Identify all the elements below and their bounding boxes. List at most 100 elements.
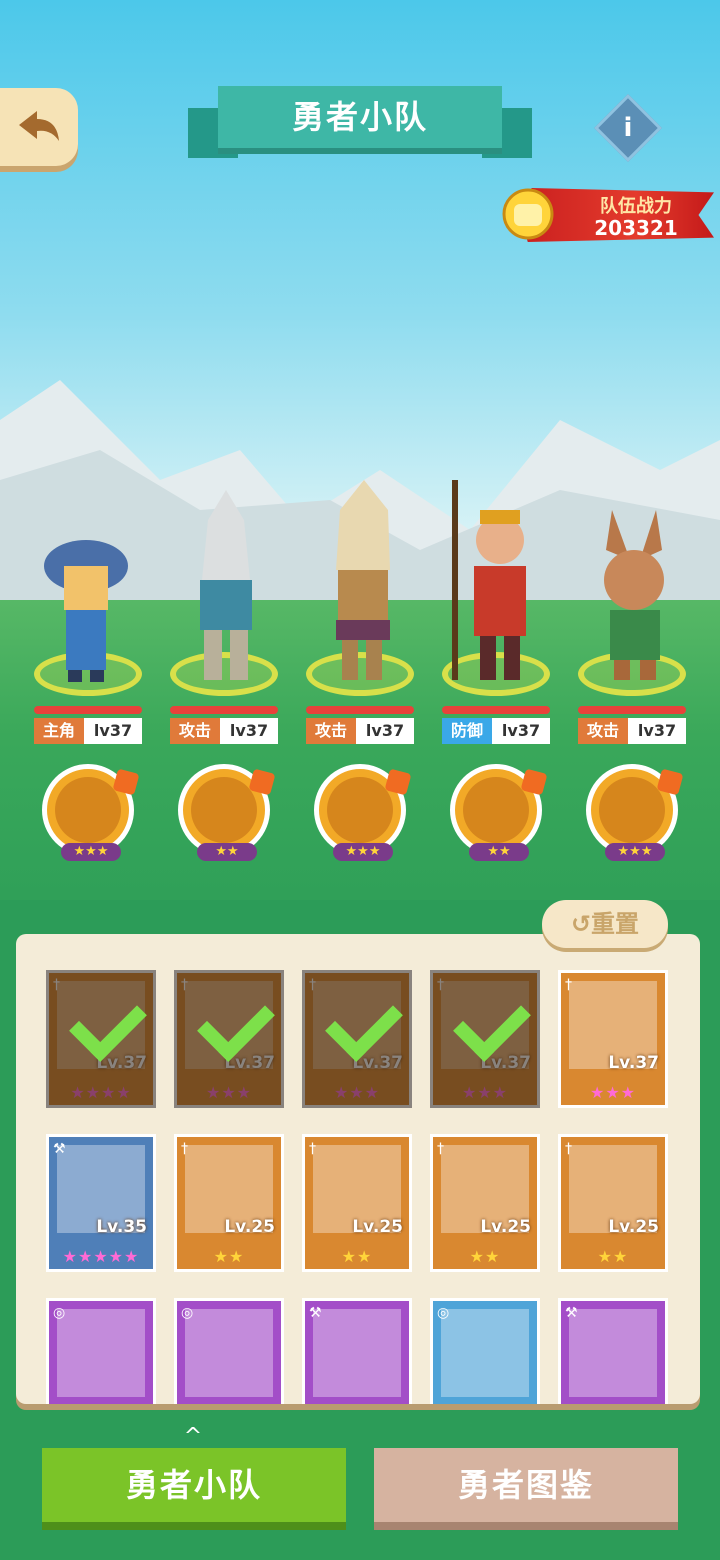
roster-card[interactable]: ◎	[430, 1298, 540, 1404]
roster-card[interactable]: † Lv.25 ★★	[430, 1134, 540, 1272]
pet-portrait	[191, 777, 257, 843]
card-level: Lv.25	[480, 1217, 531, 1237]
check-icon	[69, 984, 147, 1062]
card-level: Lv.35	[96, 1217, 147, 1237]
check-icon	[197, 984, 275, 1062]
roster-card[interactable]: † Lv.37 ★★★	[558, 970, 668, 1108]
hero-roster-panel[interactable]: † Lv.37 ★★★★ † Lv.37 ★★★ † Lv.37 ★★★ † L…	[16, 934, 700, 1404]
hero-level: lv37	[356, 718, 414, 744]
reset-button[interactable]: ↺重置	[542, 900, 668, 948]
roster-card[interactable]: † Lv.37 ★★★	[302, 970, 412, 1108]
sword-icon: †	[181, 1141, 188, 1157]
hero-level: lv37	[492, 718, 550, 744]
hero-tag: 防御 lv37	[442, 718, 550, 744]
hero-lynx-figure	[336, 480, 390, 680]
hero-tag: 主角 lv37	[34, 718, 142, 744]
hammer-icon: ⚒	[53, 1141, 66, 1157]
card-level: Lv.25	[608, 1217, 659, 1237]
card-level: Lv.25	[224, 1217, 275, 1237]
card-stars: ★★	[213, 1247, 245, 1266]
sword-icon: †	[181, 977, 188, 993]
roster-card[interactable]: † Lv.25 ★★	[558, 1134, 668, 1272]
roster-card[interactable]: † Lv.37 ★★★	[430, 970, 540, 1108]
pet-slot-1[interactable]: ★★★	[42, 764, 140, 861]
sword-icon: †	[437, 1141, 444, 1157]
sword-icon: †	[565, 977, 572, 993]
roster-card[interactable]: ⚒	[558, 1298, 668, 1404]
card-portrait	[441, 1309, 529, 1397]
card-level: Lv.37	[608, 1053, 659, 1073]
hammer-icon: ⚒	[309, 1305, 322, 1321]
card-stars: ★★	[469, 1247, 501, 1266]
card-portrait	[313, 1309, 401, 1397]
card-portrait	[57, 1309, 145, 1397]
hero-slot-3[interactable]: 攻击 lv37	[300, 430, 424, 744]
hero-role: 攻击	[578, 718, 628, 744]
compass-icon: ◎	[437, 1305, 450, 1321]
hero-role: 攻击	[170, 718, 220, 744]
page-title: 勇者小队	[218, 86, 502, 148]
hero-role: 主角	[34, 718, 84, 744]
check-icon	[453, 984, 531, 1062]
pet-stars: ★★	[197, 843, 257, 861]
roster-card[interactable]: † Lv.37 ★★★★	[46, 970, 156, 1108]
roster-card[interactable]: † Lv.25 ★★	[174, 1134, 284, 1272]
roster-card[interactable]: ◎	[46, 1298, 156, 1404]
roster-card[interactable]: ◎	[174, 1298, 284, 1404]
roster-card[interactable]: ⚒ Lv.35 ★★★★★	[46, 1134, 156, 1272]
card-portrait	[569, 1309, 657, 1397]
hammer-icon: ⚒	[565, 1305, 578, 1321]
hero-slot-4[interactable]: 防御 lv37	[436, 430, 560, 744]
hero-hp-bar	[170, 706, 278, 714]
pet-stars: ★★	[469, 843, 529, 861]
tab-hero-collection[interactable]: 勇者图鉴	[374, 1448, 678, 1522]
card-stars: ★★★	[461, 1083, 509, 1102]
hero-hp-bar	[306, 706, 414, 714]
card-stars: ★★★	[333, 1083, 381, 1102]
title-banner: 勇者小队	[188, 86, 532, 158]
hero-wolf-figure	[200, 490, 252, 680]
hero-tag: 攻击 lv37	[578, 718, 686, 744]
pet-portrait	[599, 777, 665, 843]
card-stars: ★★★★★	[62, 1247, 140, 1266]
hero-slot-5[interactable]: 攻击 lv37	[572, 430, 696, 744]
hero-archer-figure	[44, 540, 128, 682]
pet-slot-2[interactable]: ★★	[178, 764, 276, 861]
hero-slot-2[interactable]: 攻击 lv37	[164, 430, 288, 744]
sword-icon: †	[437, 977, 444, 993]
pet-portrait	[55, 777, 121, 843]
tab-hero-squad[interactable]: 勇者小队	[42, 1448, 346, 1522]
back-arrow-icon	[19, 111, 59, 141]
pet-slot-4[interactable]: ★★	[450, 764, 548, 861]
team-power-label: 队伍战力	[600, 196, 672, 217]
sword-icon: †	[309, 977, 316, 993]
hero-hp-bar	[34, 706, 142, 714]
pet-portrait	[463, 777, 529, 843]
compass-icon: ◎	[181, 1305, 194, 1321]
roster-card[interactable]: † Lv.37 ★★★	[174, 970, 284, 1108]
roster-card[interactable]: † Lv.25 ★★	[302, 1134, 412, 1272]
info-icon: i	[623, 113, 633, 143]
compass-icon: ◎	[53, 1305, 66, 1321]
fist-icon	[502, 188, 554, 240]
check-icon	[325, 984, 403, 1062]
roster-card[interactable]: ⚒	[302, 1298, 412, 1404]
back-button[interactable]	[0, 88, 78, 166]
hero-slot-1[interactable]: 主角 lv37	[28, 430, 152, 744]
hero-monkey-figure	[452, 480, 526, 680]
card-stars: ★★	[341, 1247, 373, 1266]
card-stars: ★★★★	[70, 1083, 132, 1102]
chevron-up-icon: ^	[183, 1424, 203, 1449]
pet-portrait	[327, 777, 393, 843]
sword-icon: †	[309, 1141, 316, 1157]
card-portrait	[185, 1309, 273, 1397]
card-stars: ★★★	[205, 1083, 253, 1102]
team-power-badge: 队伍战力 203321	[500, 180, 714, 246]
pet-slot-5[interactable]: ★★★	[586, 764, 684, 861]
hero-rabbit-figure	[604, 510, 664, 680]
hero-tag: 攻击 lv37	[306, 718, 414, 744]
team-power-value: 203321	[594, 216, 678, 240]
pet-stars: ★★★	[605, 843, 665, 861]
pet-stars: ★★★	[333, 843, 393, 861]
pet-slot-3[interactable]: ★★★	[314, 764, 412, 861]
